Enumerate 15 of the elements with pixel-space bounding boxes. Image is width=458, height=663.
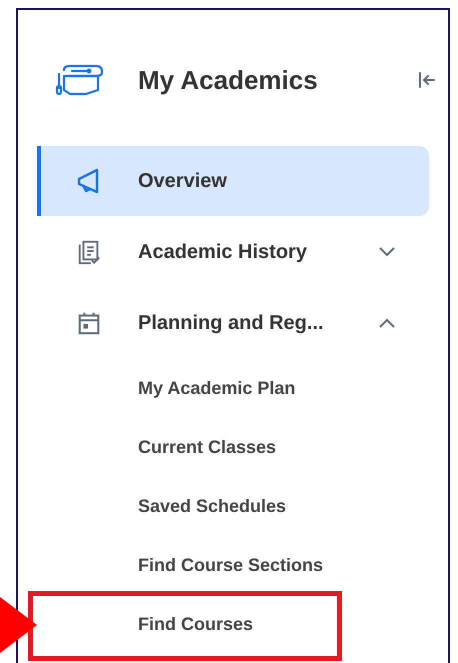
nav-item[interactable]: Planning and Reg... (37, 288, 429, 358)
nav-subitem[interactable]: Current Classes (37, 418, 429, 477)
collapse-icon[interactable] (417, 70, 437, 90)
chevron-up-icon[interactable] (377, 317, 397, 329)
nav-subitem[interactable]: My Academic Plan (37, 359, 429, 418)
pointer-arrow-icon (0, 597, 37, 653)
nav-subitem[interactable]: Find Course Sections (37, 536, 429, 595)
nav-item[interactable]: Academic History (37, 217, 429, 287)
calendar-icon (76, 310, 102, 336)
nav-subitem[interactable]: Saved Schedules (37, 477, 429, 536)
page-title: My Academics (138, 64, 319, 96)
nav-item[interactable]: Overview (37, 146, 429, 216)
graduation-cap-icon (54, 64, 104, 96)
chevron-down-icon[interactable] (377, 246, 397, 258)
nav-subitem[interactable]: Find Courses (37, 595, 429, 654)
